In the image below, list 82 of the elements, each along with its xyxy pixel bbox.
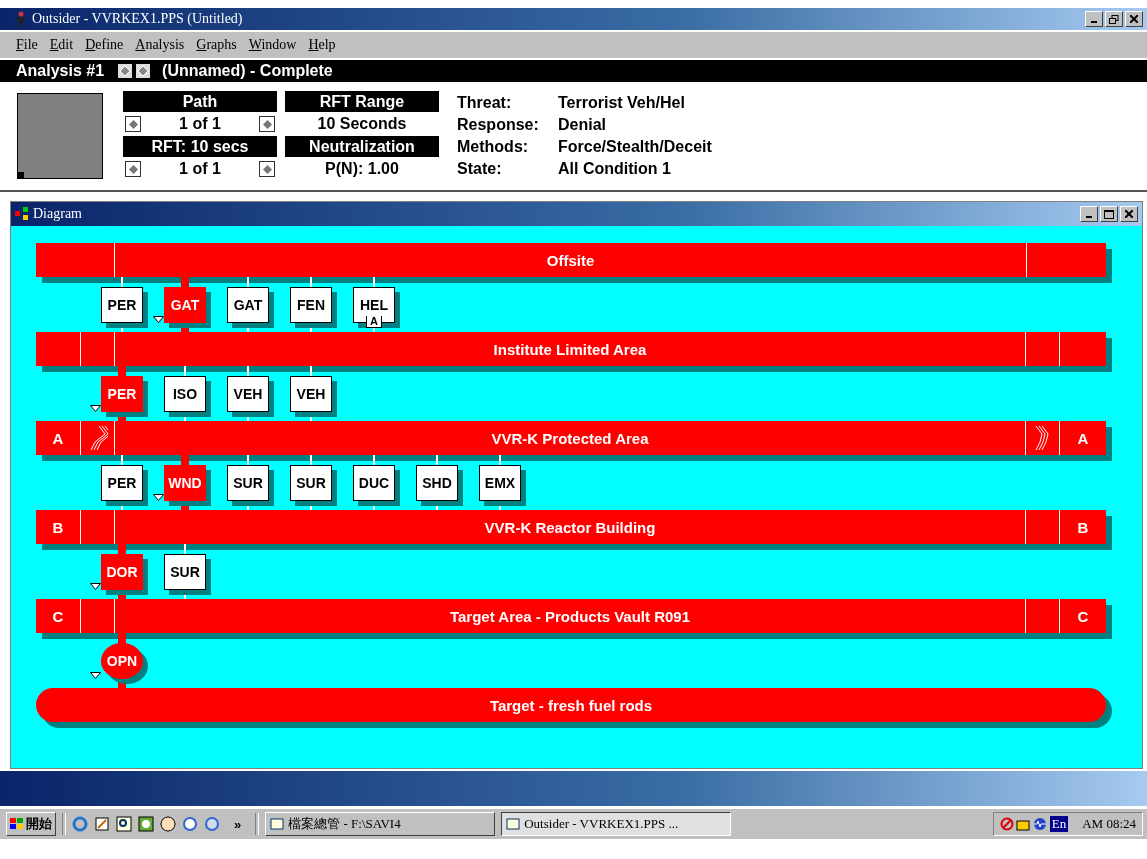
layer-label: A <box>52 429 64 447</box>
detail-label: Threat: <box>457 94 513 112</box>
summary-value: 1 of 1 <box>179 115 221 133</box>
close-button[interactable] <box>1125 11 1143 27</box>
layer-label: B <box>52 518 64 536</box>
detail-value: All Condition 1 <box>558 160 672 178</box>
previous-button[interactable] <box>125 116 141 132</box>
summary-header: RFT: 10 secs <box>123 136 277 157</box>
maximize-icon <box>1104 209 1114 219</box>
diagram-title: Diagram <box>33 206 82 222</box>
diamond-icon <box>262 164 272 174</box>
diamond-icon <box>119 65 132 77</box>
layer-name: VVR-K Protected Area <box>491 429 649 447</box>
window-title: Outsider - VVRKEX1.PPS (Untitled) <box>32 11 243 27</box>
detail-value: Denial <box>558 116 607 134</box>
window-icon <box>506 817 521 831</box>
menu-item[interactable]: Define <box>85 37 124 53</box>
restore-button[interactable] <box>1105 11 1123 27</box>
close-button[interactable] <box>1120 206 1138 222</box>
close-icon <box>1130 15 1138 23</box>
pattern-button[interactable] <box>118 64 133 78</box>
menu-item[interactable]: File <box>16 37 38 53</box>
summary-value: 1 of 1 <box>179 160 221 178</box>
folder-icon <box>1015 817 1030 831</box>
minimize-button[interactable] <box>1080 206 1098 222</box>
diamond-icon <box>128 119 138 129</box>
menu-item[interactable]: Edit <box>49 37 74 53</box>
element-tag: A <box>366 316 382 328</box>
close-icon <box>1125 210 1133 218</box>
window-icon <box>270 817 285 831</box>
notepad-icon[interactable] <box>94 816 110 832</box>
summary-value: 10 Seconds <box>317 115 407 133</box>
triangle-icon <box>90 583 101 590</box>
taskbar-button[interactable]: Outsider - VVRKEX1.PPS ... <box>501 812 732 836</box>
diamond-icon <box>137 65 150 77</box>
language-indicator[interactable]: En <box>1049 816 1069 832</box>
detail-value: Terrorist Veh/Hel <box>558 94 686 112</box>
previous-button[interactable] <box>125 161 141 177</box>
menu-item[interactable]: Help <box>308 37 336 53</box>
triangle-icon <box>90 405 101 412</box>
minimize-button[interactable] <box>1085 11 1103 27</box>
layer-label: C <box>52 607 64 625</box>
triangle-icon <box>153 316 164 323</box>
layer-label: B <box>1077 518 1089 536</box>
diagram-icon <box>15 207 31 221</box>
analysis-title: Analysis #1 <box>16 62 105 80</box>
figure-icon <box>14 11 28 27</box>
restore-icon <box>1109 14 1119 24</box>
summary-header: Neutralization <box>285 136 439 157</box>
maximize-button[interactable] <box>1100 206 1118 222</box>
next-button[interactable] <box>259 161 275 177</box>
layer-name: Institute Limited Area <box>493 340 647 358</box>
detail-label: Methods: <box>457 138 530 156</box>
layer-name: Offsite <box>546 251 595 269</box>
more-button[interactable]: » <box>226 816 250 832</box>
detail-label: State: <box>457 160 503 178</box>
layer-label: C <box>1077 607 1089 625</box>
start-button[interactable]: 開始 <box>6 812 56 836</box>
detail-value: Force/Stealth/Deceit <box>558 138 712 156</box>
forbidden-icon <box>999 817 1014 831</box>
windows-logo-icon <box>10 818 24 830</box>
wave-icon <box>1031 817 1048 831</box>
summary-value: P(N): 1.00 <box>325 160 399 178</box>
menu-item[interactable]: Analysis <box>135 37 185 53</box>
clock: AM 08:24 <box>1082 816 1136 832</box>
next-button[interactable] <box>259 116 275 132</box>
summary-header: Path <box>123 91 277 112</box>
detail-label: Response: <box>457 116 540 134</box>
taskbar-button[interactable]: 檔案總管 - F:\SAVI4 <box>265 812 496 836</box>
layer-name: Target - fresh fuel rods <box>489 696 653 714</box>
summary-header: RFT Range <box>285 91 439 112</box>
layer-label: A <box>1077 429 1089 447</box>
layer-name: Target Area - Products Vault R091 <box>449 607 691 625</box>
menu-item[interactable]: Window <box>248 37 297 53</box>
layer-name: VVR-K Reactor Building <box>484 518 656 536</box>
triangle-icon <box>90 672 101 679</box>
pattern-button[interactable] <box>136 64 151 78</box>
diamond-icon <box>262 119 272 129</box>
menu-item[interactable]: Graphs <box>196 37 237 53</box>
diamond-icon <box>128 164 138 174</box>
analysis-status: (Unnamed) - Complete <box>162 62 333 80</box>
triangle-icon <box>153 494 164 501</box>
